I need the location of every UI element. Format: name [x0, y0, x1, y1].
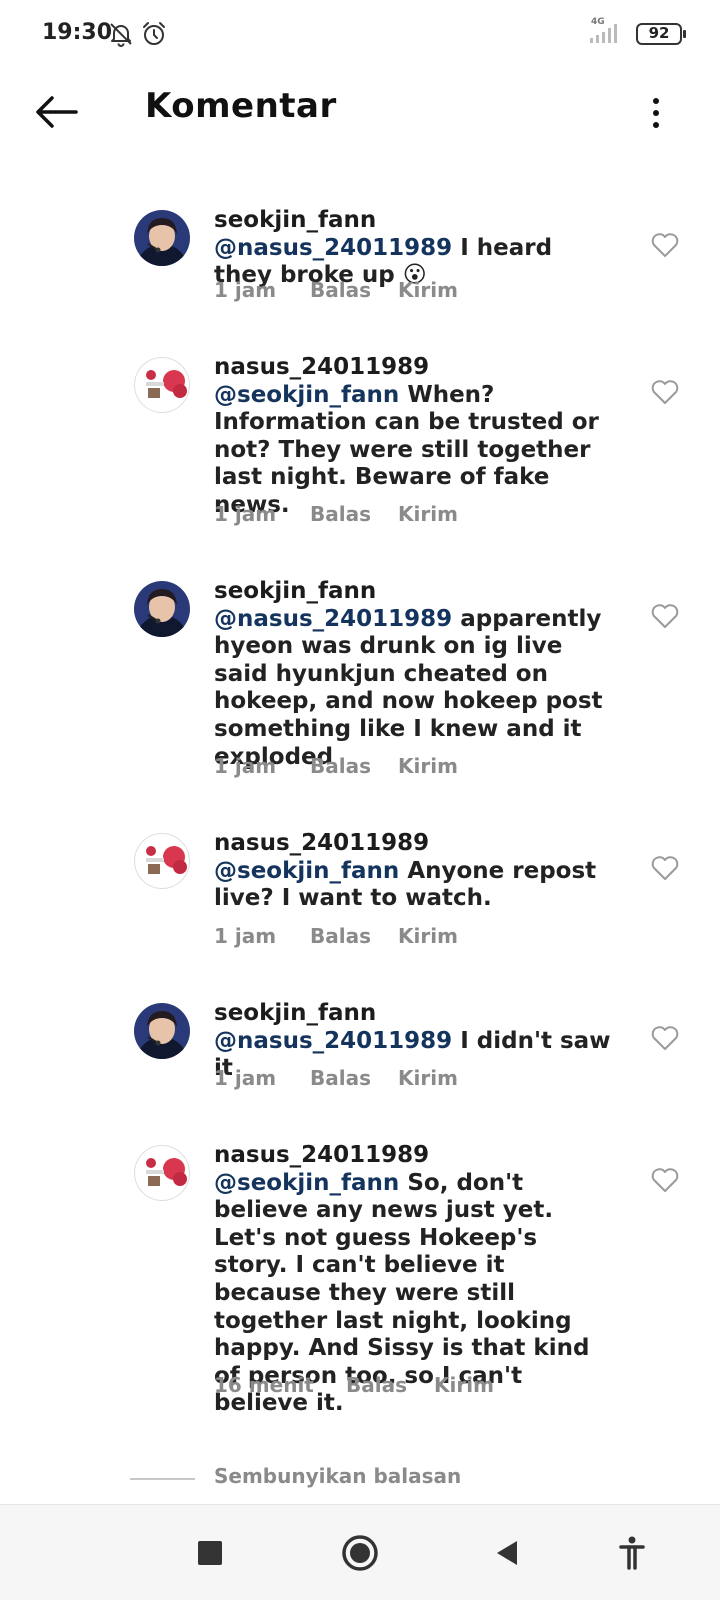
- heart-icon: [651, 1168, 679, 1192]
- back-triangle-icon: [497, 1541, 517, 1565]
- user-avatar-photo: [134, 1003, 190, 1059]
- send-button[interactable]: Kirim: [398, 924, 458, 948]
- user-avatar-photo: [134, 1145, 190, 1201]
- heart-icon: [651, 604, 679, 628]
- signal-icon: [590, 24, 617, 43]
- avatar[interactable]: [134, 833, 190, 889]
- like-button[interactable]: [650, 602, 680, 630]
- status-time: 19:30: [42, 20, 113, 45]
- battery-icon: 92: [636, 23, 686, 45]
- comment-body: nasus_24011989 @seokjin_fann Anyone repo…: [214, 830, 616, 913]
- avatar[interactable]: [134, 1003, 190, 1059]
- comment-username[interactable]: seokjin_fann: [214, 207, 376, 233]
- avatar[interactable]: [134, 210, 190, 266]
- home-button[interactable]: [338, 1531, 382, 1575]
- like-button[interactable]: [650, 378, 680, 406]
- avatar[interactable]: [134, 357, 190, 413]
- comment-mention[interactable]: @seokjin_fann: [214, 1170, 399, 1196]
- send-button[interactable]: Kirim: [398, 1066, 458, 1090]
- reply-button[interactable]: Balas: [310, 278, 371, 302]
- comment-time: 16 menit: [214, 1373, 314, 1397]
- divider: [130, 1478, 195, 1480]
- like-button[interactable]: [650, 1024, 680, 1052]
- comment-time: 1 jam: [214, 502, 277, 526]
- square-icon: [198, 1541, 222, 1565]
- like-button[interactable]: [650, 854, 680, 882]
- comment-username[interactable]: nasus_24011989: [214, 1142, 429, 1168]
- comment-username[interactable]: seokjin_fann: [214, 578, 376, 604]
- reply-button[interactable]: Balas: [310, 1066, 371, 1090]
- user-avatar-photo: [134, 581, 190, 637]
- home-circle-icon: [342, 1535, 378, 1571]
- comment-time: 1 jam: [214, 278, 277, 302]
- send-button[interactable]: Kirim: [398, 278, 458, 302]
- comment-mention[interactable]: @nasus_24011989: [214, 1028, 452, 1054]
- user-avatar-photo: [134, 210, 190, 266]
- status-bar: 19:30 4G 92: [0, 0, 720, 70]
- arrow-left-icon: [36, 96, 78, 128]
- comment-mention[interactable]: @nasus_24011989: [214, 606, 452, 632]
- user-avatar-photo: [134, 833, 190, 889]
- like-button[interactable]: [650, 231, 680, 259]
- system-nav-bar: [0, 1504, 720, 1600]
- heart-icon: [651, 856, 679, 880]
- avatar[interactable]: [134, 1145, 190, 1201]
- hide-replies-label[interactable]: Sembunyikan balasan: [214, 1464, 461, 1488]
- comment-mention[interactable]: @nasus_24011989: [214, 235, 452, 261]
- comment-time: 1 jam: [214, 1066, 277, 1090]
- comment-body: nasus_24011989 @seokjin_fann When? Infor…: [214, 354, 616, 520]
- heart-icon: [651, 1026, 679, 1050]
- comment-username[interactable]: nasus_24011989: [214, 830, 429, 856]
- reply-button[interactable]: Balas: [310, 502, 371, 526]
- heart-icon: [651, 233, 679, 257]
- comment-mention[interactable]: @seokjin_fann: [214, 858, 399, 884]
- comment-body: seokjin_fann @nasus_24011989 apparently …: [214, 578, 616, 771]
- back-button[interactable]: [28, 88, 84, 136]
- page-title: Komentar: [145, 86, 337, 126]
- comment-time: 1 jam: [214, 754, 277, 778]
- reply-button[interactable]: Balas: [310, 924, 371, 948]
- more-options-button[interactable]: [636, 90, 676, 136]
- accessibility-button[interactable]: [610, 1531, 654, 1575]
- comment-username[interactable]: nasus_24011989: [214, 354, 429, 380]
- reply-button[interactable]: Balas: [310, 754, 371, 778]
- back-nav-button[interactable]: [484, 1531, 528, 1575]
- send-button[interactable]: Kirim: [434, 1373, 494, 1397]
- send-button[interactable]: Kirim: [398, 502, 458, 526]
- send-button[interactable]: Kirim: [398, 754, 458, 778]
- more-vertical-icon: [653, 98, 659, 104]
- bell-off-icon: [110, 23, 132, 47]
- app-bar: Komentar: [0, 70, 720, 156]
- comment-time: 1 jam: [214, 924, 277, 948]
- user-avatar-photo: [134, 357, 190, 413]
- reply-button[interactable]: Balas: [346, 1373, 407, 1397]
- comment-mention[interactable]: @seokjin_fann: [214, 382, 399, 408]
- recents-button[interactable]: [188, 1531, 232, 1575]
- comment-username[interactable]: seokjin_fann: [214, 1000, 376, 1026]
- accessibility-icon: [619, 1536, 645, 1570]
- heart-icon: [651, 380, 679, 404]
- avatar[interactable]: [134, 581, 190, 637]
- alarm-icon: [143, 22, 165, 45]
- like-button[interactable]: [650, 1166, 680, 1194]
